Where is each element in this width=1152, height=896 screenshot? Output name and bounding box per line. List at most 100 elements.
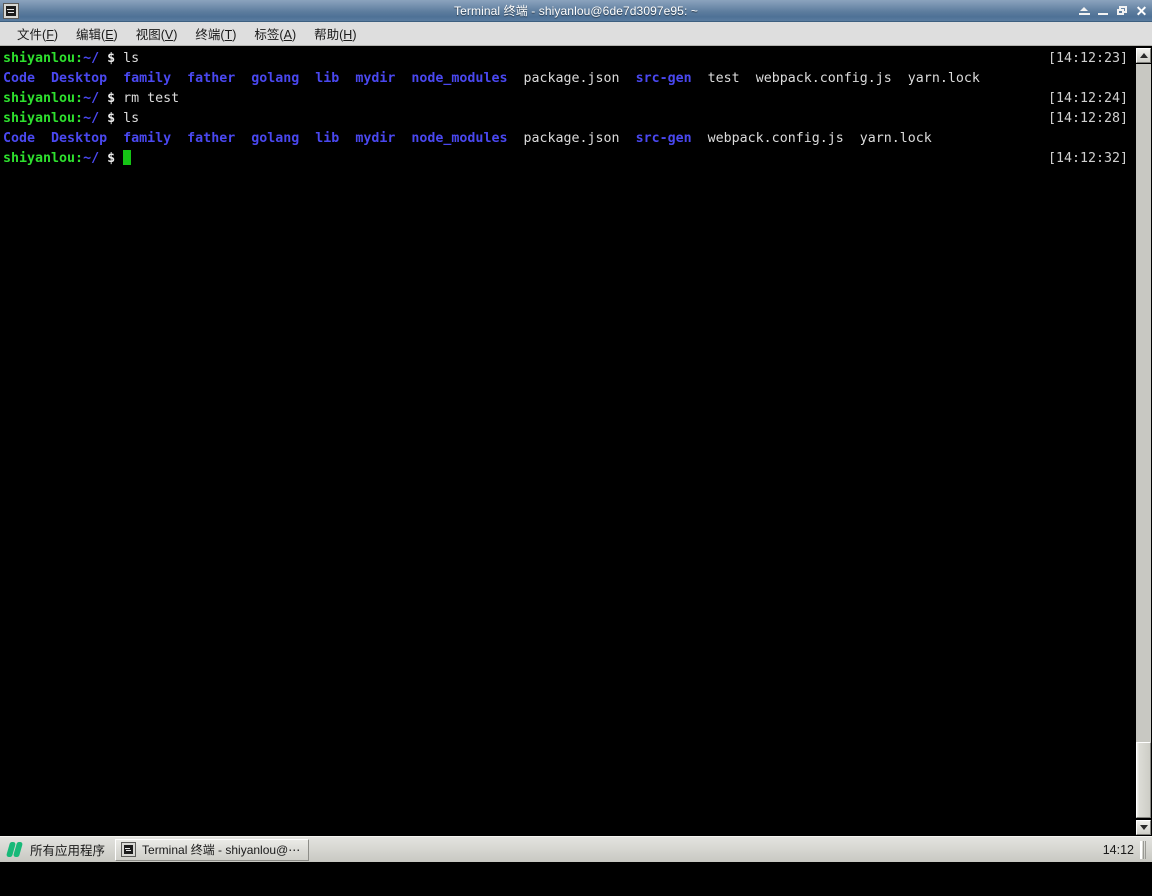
shiyanlou-logo-icon xyxy=(5,841,24,858)
prompt-sign: $ xyxy=(107,91,116,106)
prompt-sign: $ xyxy=(107,51,116,66)
clock: 14:12 xyxy=(1102,842,1134,857)
listing-entry: mydir xyxy=(355,71,396,86)
listing-entry: Desktop xyxy=(51,71,108,86)
terminal-line: shiyanlou:~/ $ ls [14:12:23] xyxy=(3,49,1134,69)
line-timestamp: [14:12:24] xyxy=(1047,91,1128,106)
listing-entry: yarn.lock xyxy=(859,131,932,146)
listing-entry: family xyxy=(123,131,172,146)
terminal-line: shiyanlou:~/ $ rm test [14:12:24] xyxy=(3,89,1134,109)
listing-entry: src-gen xyxy=(635,131,692,146)
all-applications-label: 所有应用程序 xyxy=(30,844,106,858)
menu-accel-terminal: T xyxy=(224,28,233,42)
listing-entry: mydir xyxy=(355,131,396,146)
system-tray: 14:12 xyxy=(1102,840,1152,859)
listing-entry: node_modules xyxy=(411,71,508,86)
window-controls: ✕ xyxy=(1078,0,1148,22)
listing-entry: father xyxy=(187,131,236,146)
menu-item-edit[interactable]: 编辑(E) xyxy=(67,22,127,45)
menu-accel-tabs: A xyxy=(283,28,292,42)
menu-label-view: 视图 xyxy=(135,28,161,42)
prompt-user: shiyanlou: xyxy=(3,111,84,126)
menu-accel-help: H xyxy=(343,28,353,42)
menu-label-edit: 编辑 xyxy=(76,28,102,42)
all-applications-button[interactable]: 所有应用程序 xyxy=(0,838,115,862)
prompt-path: ~/ xyxy=(83,151,100,166)
line-timestamp: [14:12:32] xyxy=(1047,151,1128,166)
terminal-scrollbar[interactable] xyxy=(1135,47,1152,836)
listing-entry: src-gen xyxy=(635,71,692,86)
taskbar: 所有应用程序 Terminal 终端 - shiyanlou@⋯ 14:12 xyxy=(0,836,1152,862)
terminal-line: shiyanlou:~/ $ [14:12:32] xyxy=(3,149,1134,169)
listing-entry: node_modules xyxy=(411,131,508,146)
listing-entry: package.json xyxy=(523,131,620,146)
listing-entry: Desktop xyxy=(51,131,108,146)
prompt-user: shiyanlou: xyxy=(3,51,84,66)
listing-entry: test xyxy=(707,71,740,86)
menu-item-terminal[interactable]: 终端(T) xyxy=(186,22,245,45)
prompt-path: ~/ xyxy=(83,111,100,126)
maximize-window-button[interactable] xyxy=(1116,4,1129,18)
terminal-cursor xyxy=(123,150,132,165)
menu-label-file: 文件 xyxy=(17,28,43,42)
terminal-line: shiyanlou:~/ $ ls [14:12:28] xyxy=(3,109,1134,129)
terminal-command: rm test xyxy=(123,91,180,106)
listing-entry: yarn.lock xyxy=(907,71,980,86)
menu-item-file[interactable]: 文件(F) xyxy=(8,22,67,45)
menu-item-tabs[interactable]: 标签(A) xyxy=(245,22,305,45)
menu-item-view[interactable]: 视图(V) xyxy=(127,22,187,45)
scroll-up-button[interactable] xyxy=(1136,48,1151,63)
listing-entry: golang xyxy=(251,131,300,146)
listing-entry: Code xyxy=(3,71,36,86)
prompt-sign: $ xyxy=(107,151,116,166)
listing-entry: Code xyxy=(3,131,36,146)
terminal-command: ls xyxy=(123,51,140,66)
prompt-user: shiyanlou: xyxy=(3,91,84,106)
window-titlebar[interactable]: Terminal 终端 - shiyanlou@6de7d3097e95: ~ … xyxy=(0,0,1152,22)
terminal-window: Terminal 终端 - shiyanlou@6de7d3097e95: ~ … xyxy=(0,0,1152,836)
taskbar-window-button[interactable]: Terminal 终端 - shiyanlou@⋯ xyxy=(115,838,310,861)
taskbar-resize-grip[interactable] xyxy=(1140,840,1146,859)
listing-entry: lib xyxy=(315,71,340,86)
chevron-down-icon xyxy=(1140,825,1148,830)
menu-item-help[interactable]: 帮助(H) xyxy=(305,22,365,45)
scroll-down-button[interactable] xyxy=(1136,820,1151,835)
shade-window-button[interactable] xyxy=(1078,4,1091,18)
scrollbar-thumb[interactable] xyxy=(1136,742,1151,818)
window-title: Terminal 终端 - shiyanlou@6de7d3097e95: ~ xyxy=(454,4,698,18)
prompt-path: ~/ xyxy=(83,51,100,66)
close-window-button[interactable]: ✕ xyxy=(1135,4,1148,18)
taskbar-window-label: Terminal 终端 - shiyanlou@⋯ xyxy=(142,843,301,857)
listing-entry: webpack.config.js xyxy=(707,131,844,146)
minimize-window-button[interactable] xyxy=(1097,4,1110,18)
menu-bar: 文件(F) 编辑(E) 视图(V) 终端(T) 标签(A) 帮助(H) xyxy=(0,22,1152,46)
scrollbar-track[interactable] xyxy=(1136,64,1151,742)
terminal-screen[interactable]: shiyanlou:~/ $ ls [14:12:23] Code Desktop … xyxy=(0,46,1152,835)
